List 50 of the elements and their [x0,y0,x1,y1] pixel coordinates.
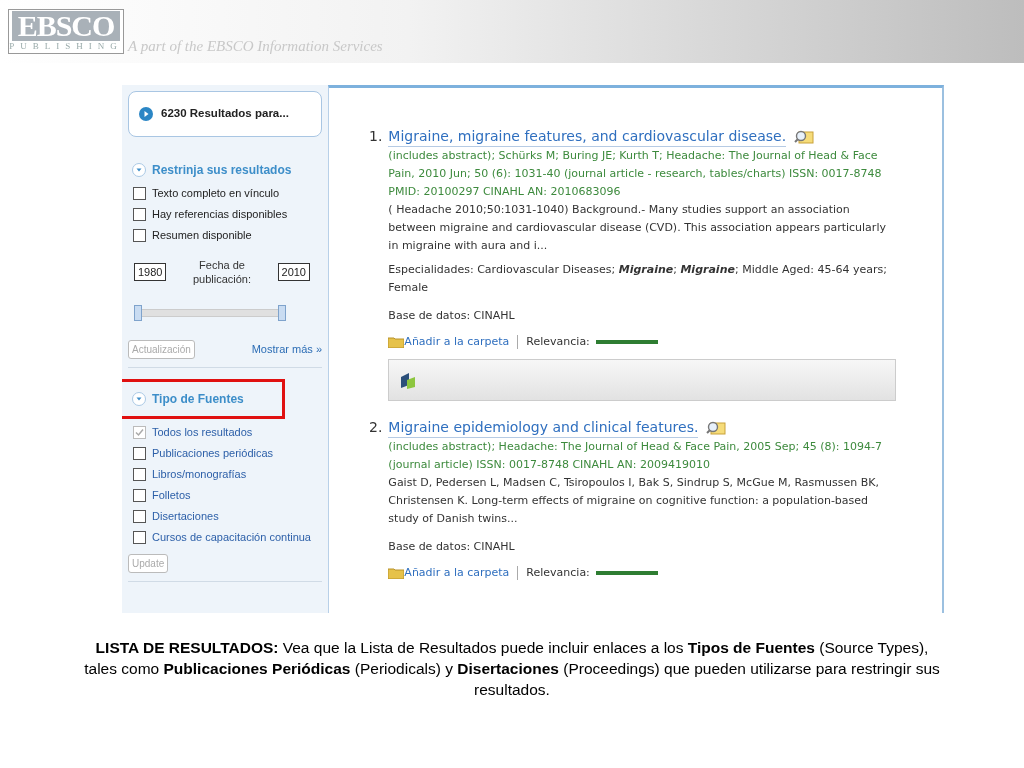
checkbox[interactable] [133,187,146,200]
database-text: Base de datos: CINAHL [388,308,516,324]
result-title-link[interactable]: Migraine epidemiology and clinical features. [388,417,699,438]
checkbox[interactable] [133,447,146,460]
logo-text: EBSCO [12,11,120,41]
preview-icon[interactable] [794,128,815,145]
citation-text: (includes abstract); Headache: The Journal of Head & Face Pain, 2005 Sep; 45 (8): 1094-7 (journal article) ISSN: 0017-8748 CINAHL AN: 2009419010 [388,439,883,473]
filter-link[interactable]: Cursos de capacitación continua [152,529,311,546]
relevance-label: Relevancia: [526,334,590,350]
result-number: 1. [369,127,383,146]
section-title[interactable]: Restrinja sus resultados [128,157,322,183]
checkbox[interactable] [133,531,146,544]
result-title-link[interactable]: Migraine, migraine features, and cardiovascular disease. [388,126,787,147]
slider-handle[interactable] [278,305,286,321]
preview-icon[interactable] [706,419,727,436]
show-more-link[interactable]: Mostrar más » [251,341,322,358]
subject-text: Especialidades: Cardiovascular Diseases; Migraine; Migraine; Middle Aged: 45-64 years; Female [388,262,888,296]
results-button[interactable]: 6230 Resultados para... [128,91,322,137]
filter-link[interactable]: Publicaciones periódicas [152,445,274,462]
collapse-icon [132,392,146,406]
year-field[interactable]: 2010 [277,262,310,282]
folder-icon [388,567,405,579]
logo-subtitle: PUBLISHING [9,41,123,52]
slider-handle[interactable] [134,305,142,321]
option-label: Resumen disponible [152,228,252,244]
filter-link[interactable]: Folletos [152,487,191,504]
database-text: Base de datos: CINAHL [388,539,516,555]
play-icon [139,107,153,121]
checkbox[interactable] [133,489,146,502]
checkbox[interactable] [133,208,146,221]
relevance-label: Relevancia: [526,565,590,581]
checkbox[interactable] [133,510,146,523]
option-label: Hay referencias disponibles [152,207,288,223]
result-number: 2. [369,418,383,437]
add-to-folder-link[interactable]: Añadir a la carpeta [404,333,510,351]
collapse-icon [132,163,146,177]
filter-link[interactable]: Libros/monografías [152,466,247,483]
filter-link[interactable]: Disertaciones [152,508,219,525]
date-label: Fecha de publicación: [191,258,253,286]
abstract-text: Gaist D, Pedersen L, Madsen C, Tsiropoulos I, Bak S, Sindrup S, McGue M, Rasmussen BK, Christensen K. Long-term effects of migraine on cognitive function: a population-based study of Danish twins... [388,475,880,527]
checkbox[interactable] [133,229,146,242]
slide-caption: LISTA DE RESULTADOS: Vea que la Lista de Resultados puede incluir enlaces a los Tipos de Fuentes (Source Types), tales como Publicaciones Periódicas (Periodicals) y Disertaciones (Proceedings) que pueden utilizarse para restringir sus resultados. [83,638,941,700]
year-field[interactable]: 1980 [134,262,167,282]
citation-text: (includes abstract); Schürks M; Buring JE; Kurth T; Headache: The Journal of Head & Face Pain, 2010 Jun; 50 (6): 1031-40 (journal article - research, tables/charts) ISSN: 0017-8748 PMID: 20100297 CINAHL AN: 2010683096 [388,148,883,200]
checkbox[interactable] [133,468,146,481]
option-label: Texto completo en vínculo [152,186,280,202]
abstract-text: ( Headache 2010;50:1031-1040) Background.- Many studies support an association between migraine and cardiovascular disease (CVD). This association appears particularly in migraine with aura and i... [388,202,887,254]
folder-icon [388,336,405,348]
highlighted-section-title[interactable]: Tipo de Fuentes [122,382,282,416]
add-to-folder-link[interactable]: Añadir a la carpeta [404,564,510,582]
